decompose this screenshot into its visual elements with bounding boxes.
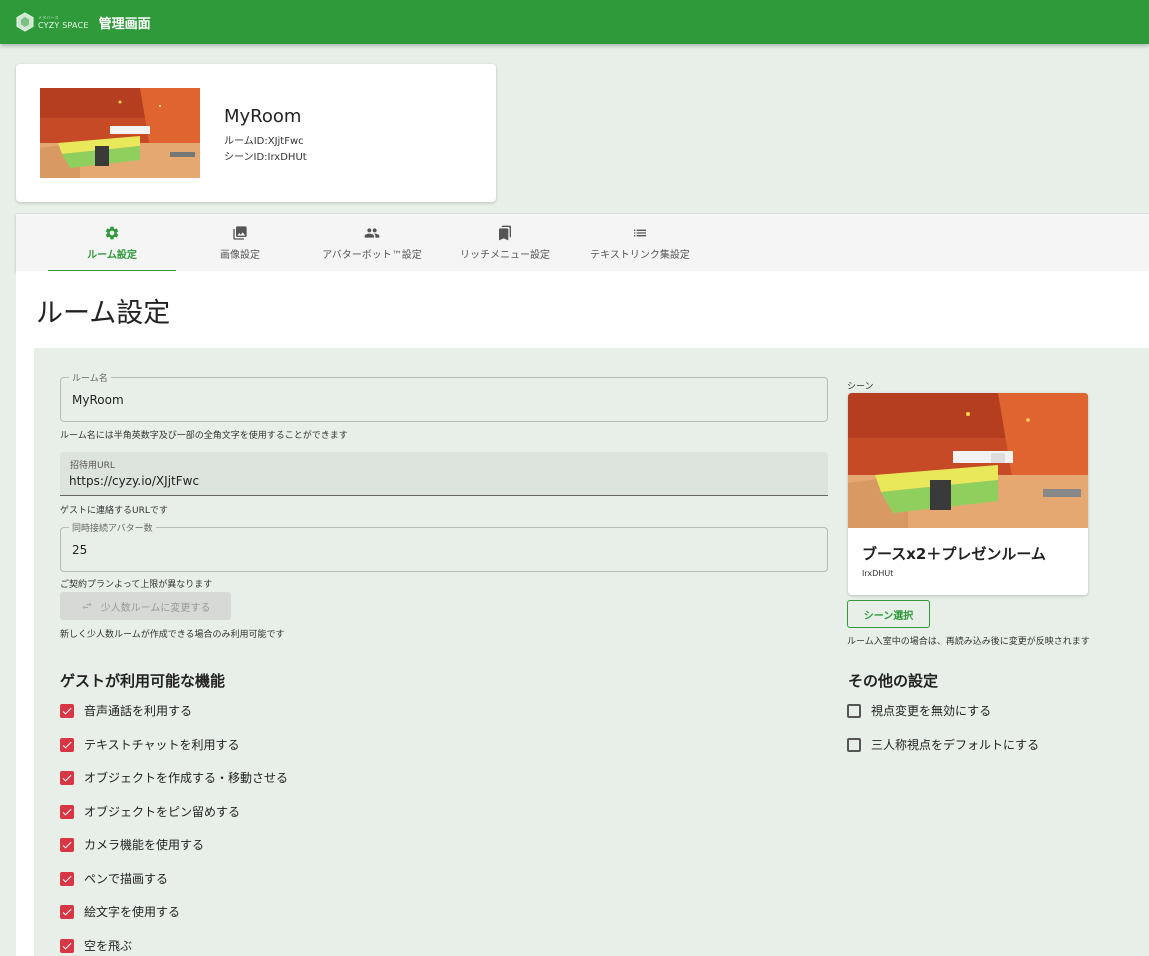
tab-room-settings[interactable]: ルーム設定 [48, 214, 176, 272]
tab-label: リッチメニュー設定 [460, 250, 550, 261]
checkbox-label: オブジェクトをピン留めする [84, 805, 241, 819]
brand-text: CYZY SPACE [38, 21, 89, 30]
tab-rich-menu-settings[interactable]: リッチメニュー設定 [440, 214, 570, 272]
room-name-helper: ルーム名には半角英数字及び一部の全角文字を使用することができます [60, 431, 348, 441]
checkbox-unchecked-icon[interactable] [847, 703, 861, 718]
room-scene-image [40, 88, 200, 178]
checkbox-label: テキストチャットを利用する [84, 738, 240, 752]
tab-image-settings[interactable]: 画像設定 [176, 214, 304, 272]
checkbox-label: 視点変更を無効にする [871, 704, 992, 718]
tab-label: テキストリンク集設定 [590, 250, 690, 261]
scene-label: シーン [847, 382, 874, 392]
max-avatars-label: 同時接続アバター数 [69, 521, 156, 534]
room-name: MyRoom [224, 106, 302, 127]
checkbox-text-chat[interactable]: テキストチャットを利用する [60, 736, 240, 753]
checkbox-pen-draw[interactable]: ペンで描画する [60, 870, 168, 887]
scene-id: シーンID:IrxDHUt [224, 152, 307, 163]
checkbox-checked-icon[interactable] [60, 804, 74, 819]
invite-url-field[interactable]: 招待用URL https://cyzy.io/XJjtFwc [60, 452, 828, 496]
room-summary-card: MyRoom ルームID:XJjtFwc シーンID:IrxDHUt [16, 64, 496, 202]
checkbox-label: 空を飛ぶ [84, 939, 133, 953]
scene-name: ブースx2＋プレゼンルーム [862, 545, 1046, 563]
checkbox-create-move-objects[interactable]: オブジェクトを作成する・移動させる [60, 769, 288, 786]
tab-label: ルーム設定 [87, 250, 137, 261]
tab-label: 画像設定 [220, 250, 260, 261]
list-icon [634, 229, 646, 237]
checkbox-pin-objects[interactable]: オブジェクトをピン留めする [60, 803, 240, 820]
checkbox-camera[interactable]: カメラ機能を使用する [60, 836, 204, 853]
guest-features-title: ゲストが利用可能な機能 [60, 672, 226, 690]
room-name-label: ルーム名 [69, 371, 111, 384]
room-name-input[interactable]: MyRoom [72, 393, 124, 407]
brand-name: メタバース CYZY SPACE [38, 14, 89, 30]
checkbox-checked-icon[interactable] [60, 703, 74, 718]
page-title: ルーム設定 [36, 298, 171, 329]
brand-logo[interactable]: メタバース CYZY SPACE [16, 0, 89, 44]
room-name-field[interactable]: ルーム名 MyRoom [60, 371, 828, 422]
invite-url-label: 招待用URL [70, 461, 115, 471]
checkbox-voice-call[interactable]: 音声通話を利用する [60, 702, 192, 719]
scene-preview-image [848, 393, 1088, 528]
scene-card: ブースx2＋プレゼンルーム IrxDHUt [848, 393, 1088, 595]
checkbox-label: カメラ機能を使用する [84, 838, 205, 852]
gear-icon [105, 226, 119, 240]
invite-url-helper: ゲストに連絡するURLです [60, 506, 168, 516]
max-avatars-helper: ご契約プランよって上限が異なります [60, 580, 213, 590]
tab-avatar-bot-settings[interactable]: アバターボット™設定 [304, 214, 440, 272]
hexagon-logo-icon [16, 12, 34, 32]
checkbox-label: 音声通話を利用する [84, 704, 193, 718]
checkbox-fly[interactable]: 空を飛ぶ [60, 937, 132, 954]
checkbox-label: 絵文字を使用する [84, 905, 181, 919]
change-to-small-room-button[interactable]: 少人数ルームに変更する [60, 592, 231, 620]
checkbox-checked-icon[interactable] [60, 904, 74, 919]
invite-url-input[interactable]: https://cyzy.io/XJjtFwc [69, 474, 199, 488]
checkbox-checked-icon[interactable] [60, 837, 74, 852]
checkbox-checked-icon[interactable] [60, 770, 74, 785]
tab-text-link-settings[interactable]: テキストリンク集設定 [570, 214, 710, 272]
settings-tabs: ルーム設定 画像設定 アバターボット™設定 リッチメニュー設定 テキストリンク集… [16, 213, 1149, 272]
checkbox-checked-icon[interactable] [60, 871, 74, 886]
checkbox-checked-icon[interactable] [60, 938, 74, 953]
scene-helper: ルーム入室中の場合は、再読み込み後に変更が反映されます [847, 637, 1090, 647]
change-to-small-room-label: 少人数ルームに変更する [100, 602, 211, 614]
room-thumbnail [40, 88, 200, 178]
scene-select-button[interactable]: シーン選択 [847, 600, 930, 628]
app-title: 管理画面 [98, 16, 151, 32]
checkbox-disable-view-change[interactable]: 視点変更を無効にする [847, 702, 991, 719]
tab-label: アバターボット™設定 [322, 250, 422, 261]
image-icon [233, 226, 247, 240]
checkbox-unchecked-icon[interactable] [847, 737, 861, 752]
brand-tagline: メタバース [38, 15, 59, 20]
room-id: ルームID:XJjtFwc [224, 136, 304, 147]
checkbox-label: 三人称視点をデフォルトにする [871, 738, 1040, 752]
settings-panel: ルーム名 MyRoom ルーム名には半角英数字及び一部の全角文字を使用することが… [34, 348, 1149, 956]
checkbox-label: オブジェクトを作成する・移動させる [84, 771, 289, 785]
main-content: ルーム設定 ルーム名 MyRoom ルーム名には半角英数字及び一部の全角文字を使… [16, 271, 1149, 956]
bookmark-icon [499, 225, 511, 241]
max-avatars-field[interactable]: 同時接続アバター数 25 [60, 521, 828, 572]
people-icon [364, 228, 380, 238]
small-room-helper: 新しく少人数ルームが作成できる場合のみ利用可能です [60, 630, 285, 640]
scene-card-id: IrxDHUt [862, 569, 894, 578]
swap-icon [82, 602, 92, 610]
app-bar: メタバース CYZY SPACE 管理画面 [0, 0, 1149, 44]
checkbox-third-person-default[interactable]: 三人称視点をデフォルトにする [847, 736, 1039, 753]
checkbox-label: ペンで描画する [84, 872, 169, 886]
checkbox-emoji[interactable]: 絵文字を使用する [60, 903, 180, 920]
other-settings-title: その他の設定 [848, 672, 939, 690]
max-avatars-input[interactable]: 25 [72, 543, 87, 557]
checkbox-checked-icon[interactable] [60, 737, 74, 752]
